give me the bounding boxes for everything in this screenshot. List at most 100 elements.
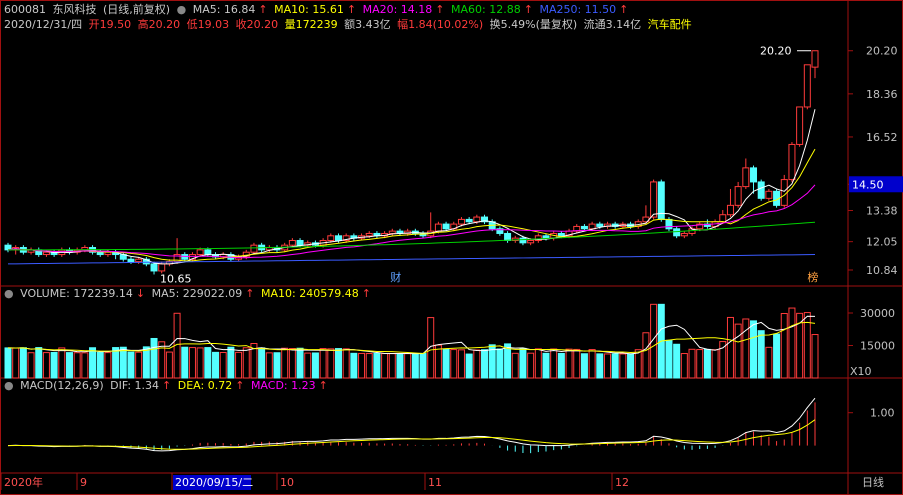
volume-bar: [765, 346, 773, 379]
volume-bar: [204, 347, 212, 379]
stock-chart[interactable]: 20.20 18.36 16.52 13.38 12.05 10.84 14.50 20.20…: [0, 0, 903, 495]
volume-unit: X10: [850, 365, 872, 378]
volume-bar: [73, 352, 81, 379]
volume-tick-label: 15000: [860, 340, 895, 353]
candle-body: [734, 186, 742, 206]
settings-icon[interactable]: ●: [4, 379, 14, 392]
volume-bar: [588, 349, 596, 379]
volume-bar: [304, 352, 312, 379]
candle-body: [557, 232, 565, 237]
volume-bar: [50, 351, 58, 379]
volume-bar: [465, 353, 473, 379]
volume-bar: [481, 349, 489, 379]
volume-bar: [311, 352, 319, 379]
candle-body: [250, 244, 258, 253]
period-label: 日线: [862, 475, 884, 489]
macd-dea-line: [7, 419, 816, 450]
volume-bar: [35, 347, 43, 379]
macd-tick-label: 1.00: [870, 407, 895, 420]
volume-bar: [58, 347, 66, 379]
volume-bar: [542, 352, 550, 379]
candle-body: [204, 249, 212, 256]
volume-bar: [603, 353, 611, 379]
volume-bar: [811, 334, 819, 379]
volume-bar: [780, 313, 788, 379]
volume-bar: [89, 347, 97, 379]
volume-bar: [511, 352, 519, 379]
candle-body: [127, 258, 135, 263]
volume-bar: [680, 353, 688, 379]
finance-marker: 财: [390, 270, 401, 284]
candle-body: [442, 223, 450, 230]
volume-bar: [527, 352, 535, 379]
volume-bar: [227, 346, 235, 379]
volume-bar: [665, 339, 673, 379]
candle-body: [542, 235, 550, 239]
info-open: 开19.50: [88, 18, 132, 31]
volume-bar: [596, 353, 604, 379]
price-tick-label: 10.84: [866, 264, 898, 277]
candle-body: [673, 228, 681, 237]
volume-bar: [373, 352, 381, 379]
candle-body: [796, 106, 804, 145]
volume-bar: [96, 351, 104, 379]
volume-bar: [434, 344, 442, 379]
arrow-up-icon: ↑: [435, 3, 445, 16]
volume-bar: [296, 347, 304, 379]
volume-bar: [65, 352, 73, 379]
volume-bar: [12, 347, 20, 379]
current-price-tag-label: 14.50: [852, 178, 884, 191]
info-float: 流通3.14亿: [583, 18, 642, 31]
candle-body: [334, 235, 342, 241]
info-change: 幅1.84(10.02%): [397, 18, 484, 31]
candle-body: [135, 258, 143, 263]
volume-bar: [773, 333, 781, 379]
settings-icon[interactable]: ●: [4, 287, 14, 300]
settings-icon[interactable]: ●: [177, 3, 187, 16]
volume-bar: [673, 343, 681, 379]
price-tick-label: 16.52: [866, 131, 898, 144]
volume-bar: [696, 349, 704, 379]
volume-bar: [165, 351, 173, 379]
volume-bar: [358, 352, 366, 379]
candle-body: [811, 50, 819, 68]
info-sector: 汽车配件: [647, 18, 692, 31]
volume-bar: [734, 323, 742, 379]
macd-title: MACD(12,26,9): [20, 379, 104, 392]
x-axis-label: 9: [80, 476, 87, 489]
price-tick-label: 20.20: [866, 45, 898, 58]
volume-bar: [19, 347, 27, 379]
candle-body: [196, 249, 204, 256]
volume-bar: [565, 348, 573, 379]
volume-bar: [142, 346, 150, 379]
volume-bar: [350, 352, 358, 379]
candle-body: [473, 216, 481, 223]
volume-tick-label: 30000: [860, 307, 895, 320]
price-header-line1: 600081 东风科技 (日线,前复权) ● MA5: 16.84 ↑ MA10:…: [4, 3, 631, 17]
volume-bar: [703, 348, 711, 379]
info-amount: 额3.43亿: [344, 18, 391, 31]
volume-bar: [726, 316, 734, 379]
volume-bar: [342, 348, 350, 379]
candle-body: [465, 218, 473, 223]
candle-body: [296, 239, 304, 246]
volume-bar: [42, 352, 50, 379]
volume-bar: [642, 332, 650, 379]
candle-body: [580, 225, 588, 230]
macd-value: MACD: 1.23: [250, 379, 316, 392]
volume-bar: [688, 348, 696, 379]
volume-bar: [519, 347, 527, 379]
price-header-line2: 2020/12/31/四 开19.50 高20.20 低19.03 收20.20…: [4, 18, 695, 32]
arrow-up-icon: ↑: [619, 3, 629, 16]
candle-body: [527, 239, 535, 244]
volume-bar: [127, 351, 135, 379]
info-date: 2020/12/31/四: [4, 18, 83, 31]
x-axis-label: 11: [428, 476, 442, 489]
high-annotation: 20.20: [760, 45, 792, 58]
volume-bar: [281, 347, 289, 379]
arrow-up-icon: ↑: [235, 379, 245, 392]
volume-bar: [411, 353, 419, 379]
volume-bar: [396, 353, 404, 379]
x-axis-label: 10: [280, 476, 294, 489]
volume-bar: [235, 351, 243, 379]
